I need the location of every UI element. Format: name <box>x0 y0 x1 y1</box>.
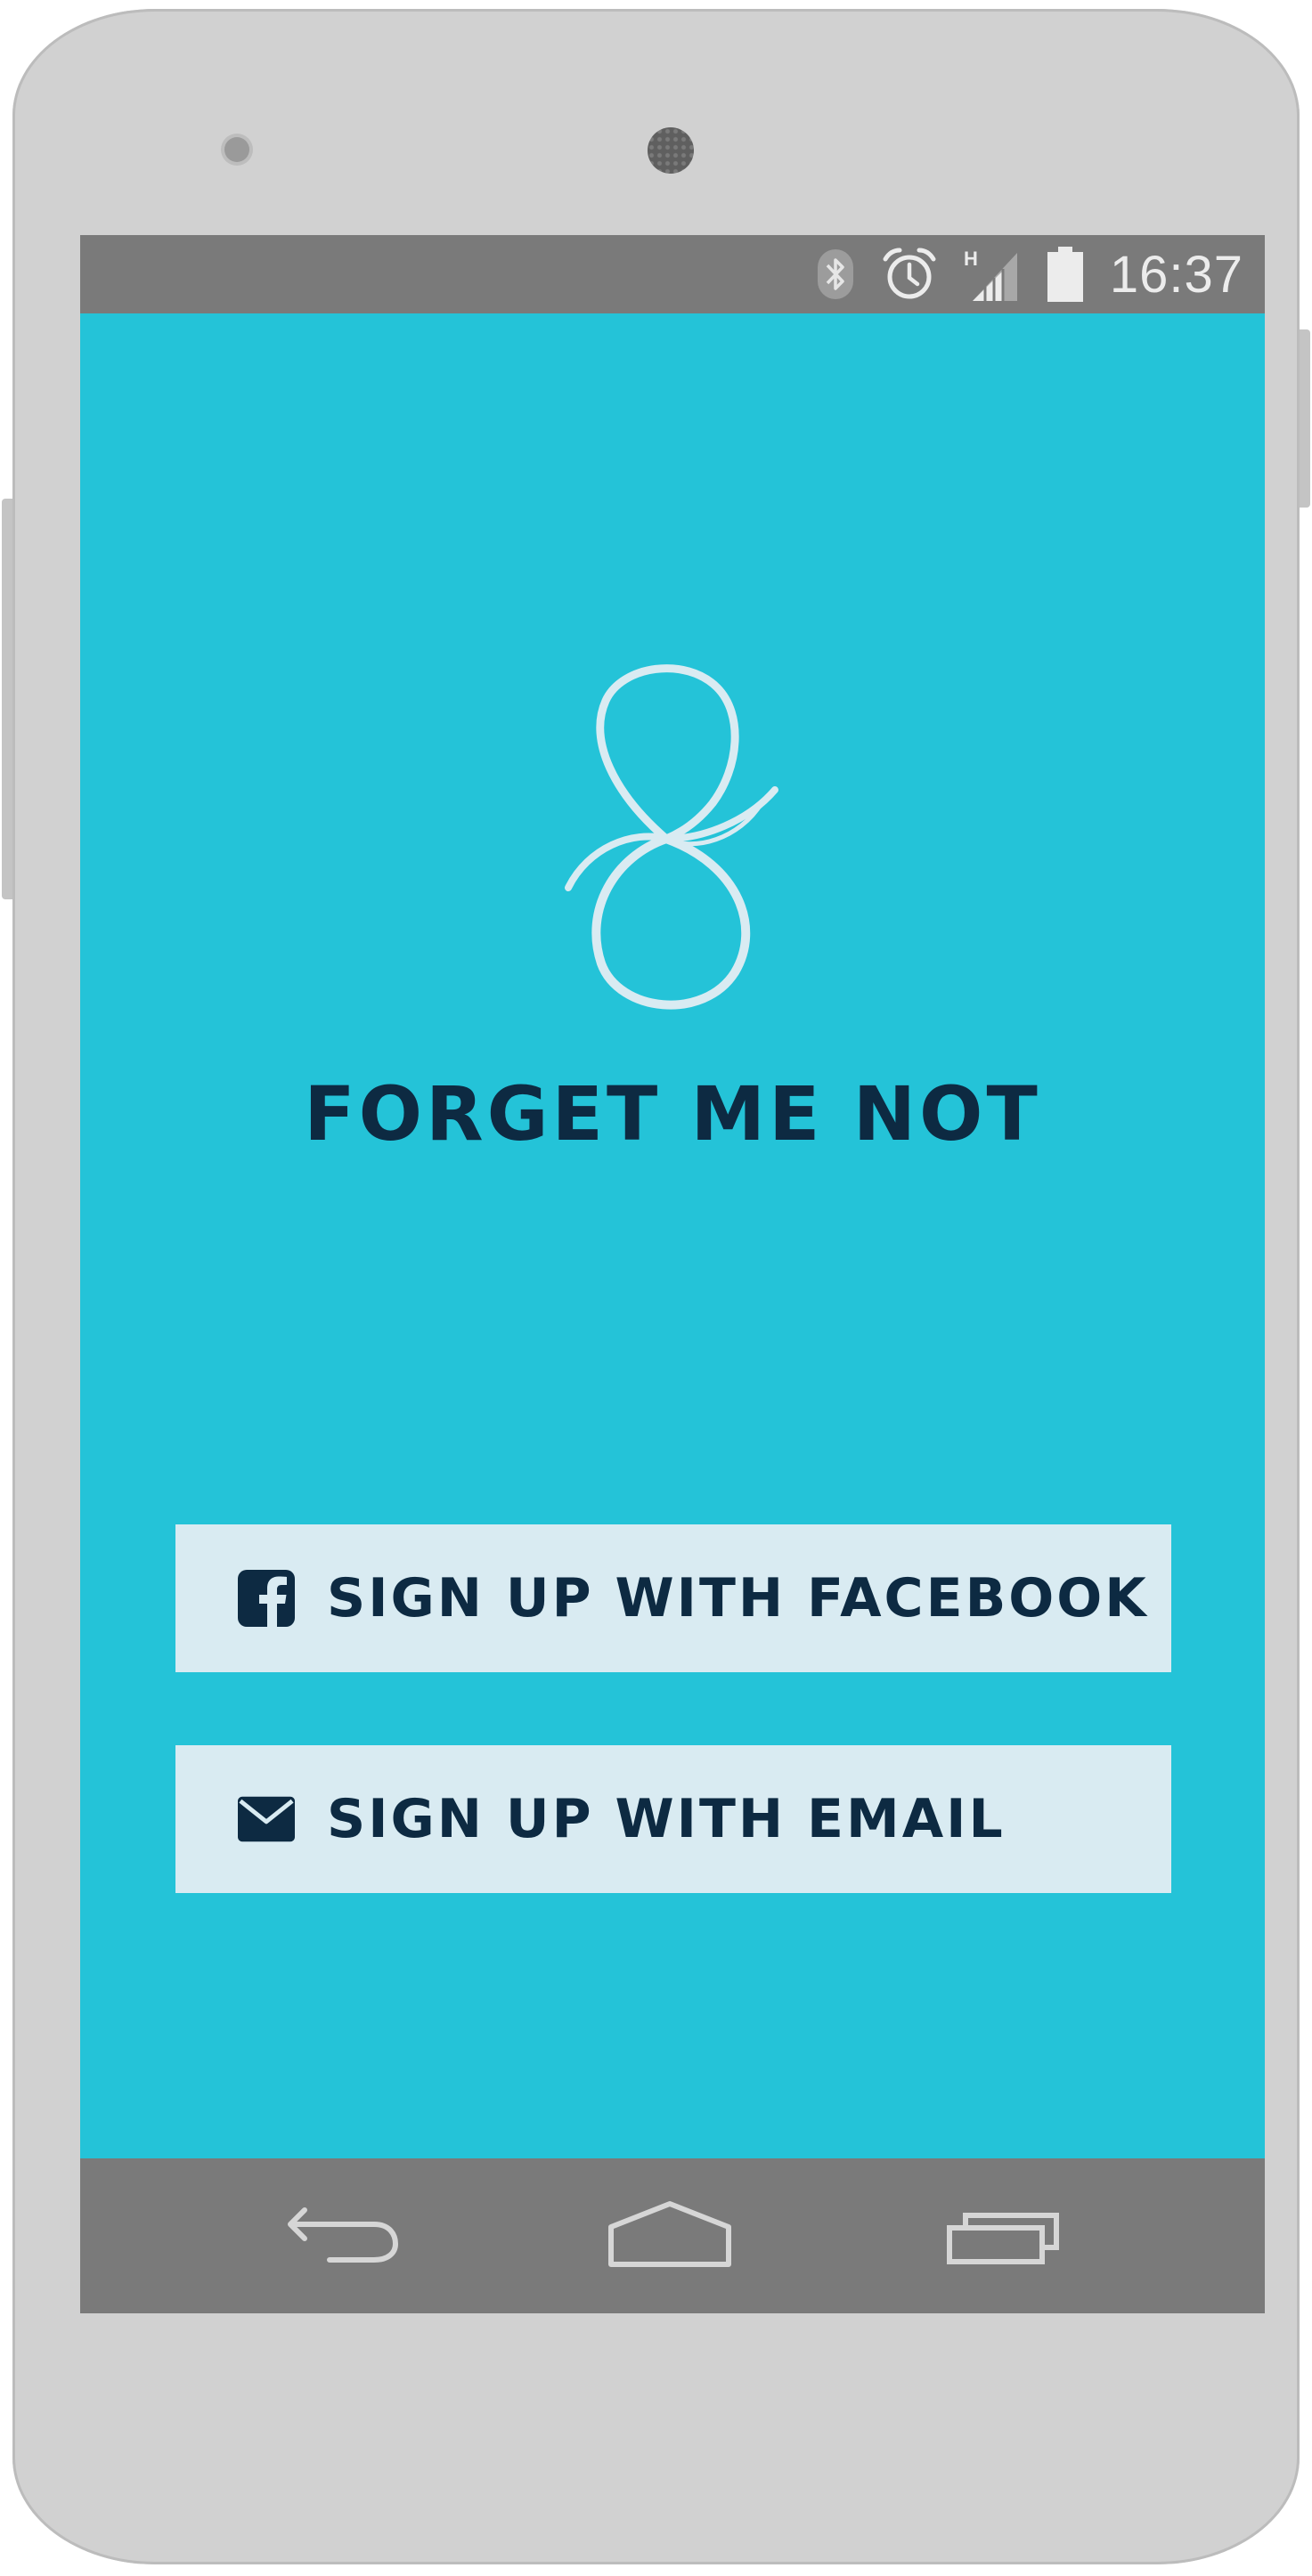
back-button[interactable] <box>281 2194 405 2278</box>
proximity-sensor <box>224 137 249 162</box>
status-clock: 16:37 <box>1109 245 1243 304</box>
back-icon <box>285 2203 401 2270</box>
phone-volume-button <box>2 499 12 899</box>
svg-text:H: H <box>964 248 978 270</box>
sign-up-email-button[interactable]: SIGN UP WITH EMAIL <box>175 1745 1171 1893</box>
stage: H 16:37 FORGET ME NOT SIGN UP WITH FACEB… <box>0 0 1312 2576</box>
recents-icon <box>946 2203 1062 2270</box>
screen: H 16:37 FORGET ME NOT SIGN UP WITH FACEB… <box>80 235 1265 2313</box>
home-button[interactable] <box>607 2194 732 2278</box>
front-camera <box>648 127 694 174</box>
navigation-bar <box>80 2158 1265 2313</box>
phone-power-button <box>1300 329 1310 508</box>
status-icons: H 16:37 <box>816 235 1243 313</box>
email-button-label: SIGN UP WITH EMAIL <box>327 1788 1006 1850</box>
app-content: FORGET ME NOT SIGN UP WITH FACEBOOK SIGN… <box>80 313 1265 2158</box>
phone-frame: H 16:37 FORGET ME NOT SIGN UP WITH FACEB… <box>12 9 1300 2564</box>
envelope-icon <box>238 1791 295 1848</box>
facebook-icon <box>238 1570 295 1627</box>
status-bar: H 16:37 <box>80 235 1265 313</box>
signal-h-icon: H <box>964 246 1021 303</box>
figure-eight-ribbon-icon <box>565 664 778 1010</box>
bluetooth-icon <box>816 248 855 301</box>
facebook-button-label: SIGN UP WITH FACEBOOK <box>327 1567 1149 1629</box>
sign-up-facebook-button[interactable]: SIGN UP WITH FACEBOOK <box>175 1524 1171 1672</box>
home-icon <box>607 2200 732 2272</box>
recents-button[interactable] <box>941 2194 1066 2278</box>
app-title: FORGET ME NOT <box>304 1070 1041 1158</box>
battery-icon <box>1047 247 1083 302</box>
alarm-icon <box>882 247 937 302</box>
